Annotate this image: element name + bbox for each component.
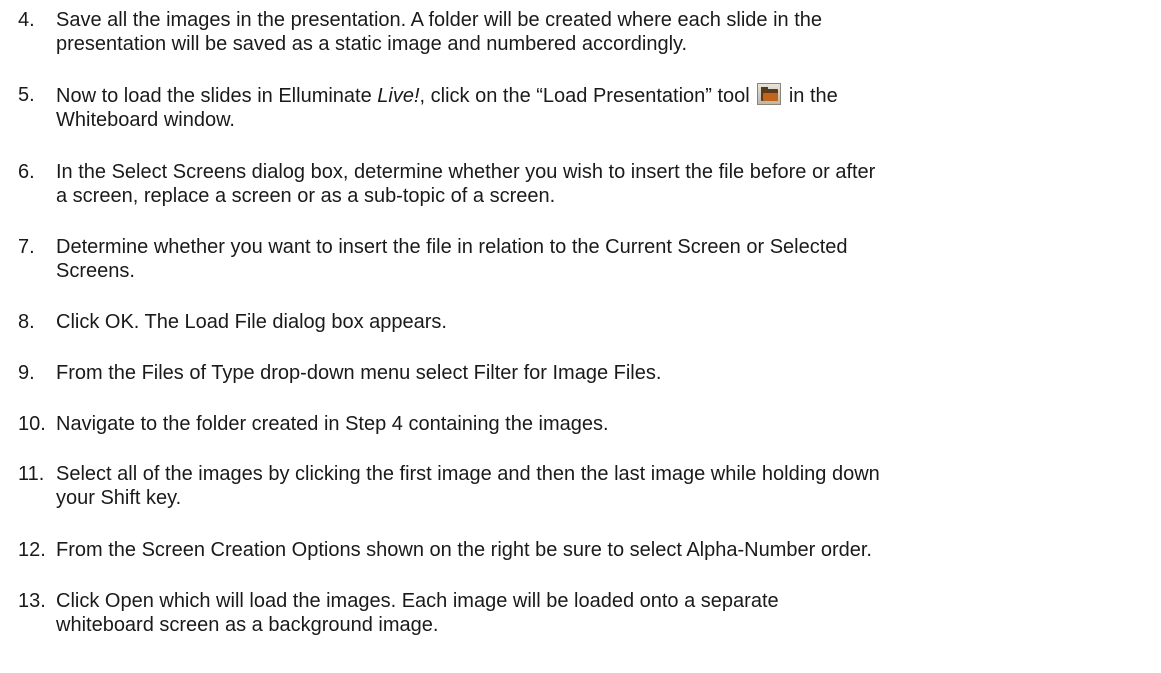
step-number: 9.: [18, 362, 35, 384]
step-text: Click OK. The Load File dialog box appea…: [56, 310, 1156, 334]
step-line: Click OK. The Load File dialog box appea…: [56, 311, 447, 333]
step-line: Screens.: [56, 260, 135, 282]
step-number: 4.: [18, 9, 35, 31]
instruction-document: 4. Save all the images in the presentati…: [0, 0, 1161, 673]
step-number: 10.: [18, 413, 46, 435]
load-presentation-folder-icon: [757, 83, 782, 105]
step-line: Click Open which will load the images. E…: [56, 590, 779, 612]
step-number: 6.: [18, 161, 35, 183]
step-line: your Shift key.: [56, 487, 182, 509]
step-number: 12.: [18, 539, 46, 561]
step-line: presentation will be saved as a static i…: [56, 33, 688, 55]
step-text: Navigate to the folder created in Step 4…: [56, 412, 1156, 436]
step-text: Determine whether you want to insert the…: [56, 235, 1156, 283]
step-line: Navigate to the folder created in Step 4…: [56, 413, 609, 435]
step-line: In the Select Screens dialog box, determ…: [56, 161, 876, 183]
step-text: Click Open which will load the images. E…: [56, 589, 1156, 637]
step-text: Select all of the images by clicking the…: [56, 462, 1156, 510]
step-text-segment: in the: [783, 85, 838, 107]
step-number: 13.: [18, 590, 46, 612]
step-text-segment: , click on the “Load Presentation” tool: [419, 85, 756, 107]
step-number: 8.: [18, 311, 35, 333]
step-number: 7.: [18, 236, 35, 258]
step-text: Save all the images in the presentation.…: [56, 8, 1156, 56]
step-line: whiteboard screen as a background image.: [56, 614, 439, 636]
step-line: From the Files of Type drop-down menu se…: [56, 362, 662, 384]
step-line: Save all the images in the presentation.…: [56, 9, 823, 31]
step-text: From the Files of Type drop-down menu se…: [56, 361, 1156, 385]
step-line: Now to load the slides in Elluminate Liv…: [56, 83, 1156, 108]
step-line: a screen, replace a screen or as a sub-t…: [56, 185, 556, 207]
step-text-segment: Now to load the slides in Elluminate: [56, 85, 378, 107]
step-line: Whiteboard window.: [56, 109, 235, 131]
step-text: Now to load the slides in Elluminate Liv…: [56, 83, 1156, 132]
step-text: In the Select Screens dialog box, determ…: [56, 160, 1156, 208]
step-number: 11.: [18, 463, 45, 485]
step-line: Determine whether you want to insert the…: [56, 236, 848, 258]
step-number: 5.: [18, 84, 35, 106]
step-line: Select all of the images by clicking the…: [56, 463, 880, 485]
step-line: From the Screen Creation Options shown o…: [56, 539, 872, 561]
product-name-italic: Live!: [377, 85, 420, 107]
step-text: From the Screen Creation Options shown o…: [56, 538, 1156, 562]
